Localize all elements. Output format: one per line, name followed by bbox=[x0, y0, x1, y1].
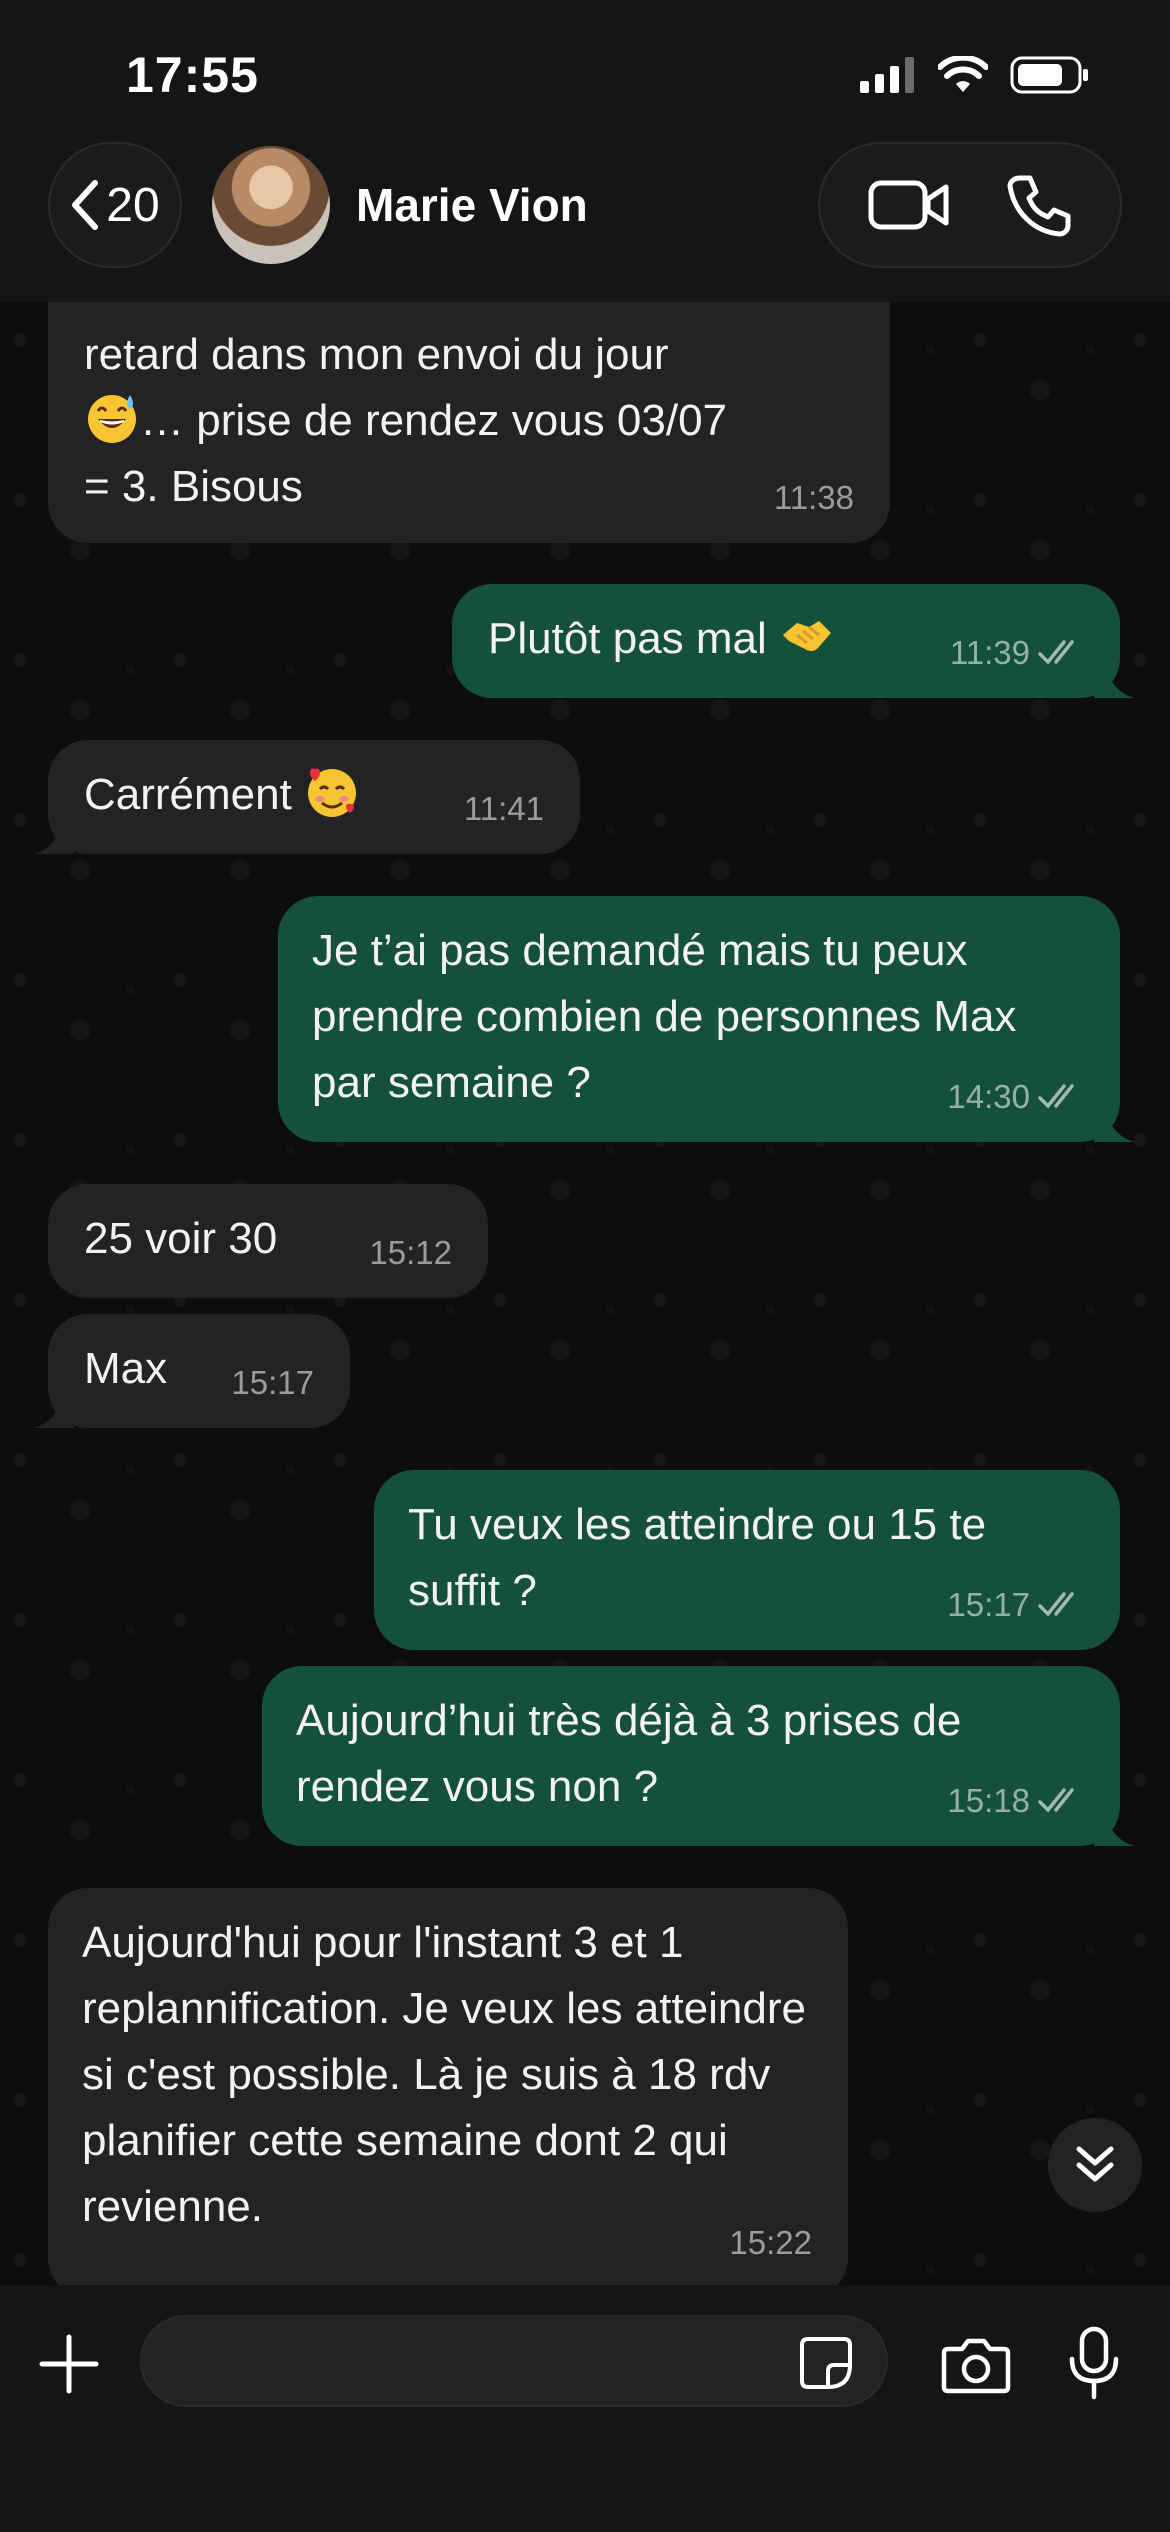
message-bubble-incoming[interactable]: Carrément 11:41 bbox=[34, 740, 580, 854]
message-time: 14:30 bbox=[947, 1078, 1030, 1115]
message-text-line: Carrément bbox=[84, 762, 360, 828]
message-time: 15:18 bbox=[947, 1782, 1030, 1819]
nav-row: 20 Marie Vion bbox=[0, 140, 1170, 270]
message-text: retard dans mon envoi du jour bbox=[84, 330, 669, 379]
message-text-line: Plutôt pas mal bbox=[488, 606, 835, 672]
mic-icon[interactable] bbox=[1066, 2325, 1122, 2403]
plus-icon[interactable] bbox=[38, 2333, 100, 2395]
battery-icon bbox=[1010, 56, 1088, 94]
phone-icon[interactable] bbox=[1006, 172, 1072, 238]
message-time: 11:38 bbox=[773, 479, 854, 516]
message-meta: 15:12 bbox=[369, 1220, 452, 1286]
message-meta: 15:17 bbox=[947, 1572, 1084, 1638]
message-time: 15:17 bbox=[947, 1586, 1030, 1623]
double-check-icon bbox=[1038, 1592, 1074, 1617]
message-time: 11:41 bbox=[463, 790, 544, 827]
message-bubble-outgoing[interactable]: Tu veux les atteindre ou 15 te suffit ? … bbox=[374, 1470, 1120, 1650]
message-text: Aujourd'hui pour l'instant 3 et 1 replan… bbox=[82, 1918, 806, 2231]
message-meta: 11:41 bbox=[464, 776, 544, 842]
chat-screen: 17:55 20 Marie Vion retard dans mon envo… bbox=[0, 0, 1170, 2532]
message-meta: 14:30 bbox=[947, 1064, 1084, 1130]
bubble-tail bbox=[1094, 1812, 1134, 1846]
message-bubble-incoming[interactable]: retard dans mon envoi du jour … prise de… bbox=[48, 260, 890, 543]
bubble-tail bbox=[34, 820, 74, 854]
message-meta: 15:18 bbox=[947, 1768, 1084, 1834]
camera-icon[interactable] bbox=[940, 2335, 1012, 2395]
status-time: 17:55 bbox=[126, 47, 259, 103]
message-text: Carrément bbox=[84, 770, 292, 819]
chevron-left-icon bbox=[72, 180, 99, 230]
double-check-icon bbox=[1038, 1788, 1074, 1813]
message-text: Plutôt pas mal bbox=[488, 614, 767, 663]
message-text: = 3. Bisous bbox=[84, 462, 303, 511]
message-bubble-incoming[interactable]: Max 15:17 bbox=[34, 1314, 350, 1428]
double-chevron-down-icon bbox=[1076, 2146, 1114, 2182]
wifi-icon bbox=[938, 56, 988, 92]
contact-name[interactable]: Marie Vion bbox=[356, 178, 588, 232]
message-text: 25 voir 30 bbox=[84, 1214, 278, 1263]
message-meta: 11:39 bbox=[950, 620, 1084, 686]
message-input[interactable] bbox=[140, 2315, 888, 2407]
double-check-icon bbox=[1038, 640, 1074, 665]
message-bubble-outgoing[interactable]: Aujourd’hui très déjà à 3 prises de rend… bbox=[262, 1666, 1134, 1846]
message-text: … prise de rendez vous 03/07 bbox=[140, 396, 728, 445]
call-actions bbox=[818, 142, 1122, 268]
message-bubble-incoming[interactable]: Aujourd'hui pour l'instant 3 et 1 replan… bbox=[48, 1888, 848, 2298]
composer-bar bbox=[0, 2285, 1170, 2532]
message-text-line: … prise de rendez vous 03/07 bbox=[84, 388, 727, 454]
sticker-icon[interactable] bbox=[798, 2335, 854, 2391]
unread-count: 20 bbox=[106, 178, 160, 232]
message-time: 15:17 bbox=[231, 1364, 314, 1401]
back-button[interactable]: 20 bbox=[48, 142, 182, 268]
bubble-tail bbox=[1094, 664, 1134, 698]
message-meta: 11:38 bbox=[774, 465, 854, 531]
message-bubble-incoming[interactable]: 25 voir 30 15:12 bbox=[48, 1184, 488, 1298]
message-bubble-outgoing[interactable]: Je t’ai pas demandé mais tu peux prendre… bbox=[278, 896, 1134, 1142]
signal-icon bbox=[860, 57, 914, 93]
bubble-tail bbox=[34, 1394, 74, 1428]
video-icon[interactable] bbox=[868, 177, 950, 233]
smiling-hearts-emoji-icon bbox=[308, 768, 357, 817]
avatar[interactable] bbox=[212, 146, 330, 264]
chat-header: 17:55 20 Marie Vion bbox=[0, 0, 1170, 302]
handshake-emoji-icon bbox=[783, 621, 832, 651]
message-meta: 15:17 bbox=[231, 1350, 314, 1416]
scroll-to-bottom-button[interactable] bbox=[1048, 2118, 1142, 2212]
status-icons bbox=[860, 56, 1090, 94]
message-bubble-outgoing[interactable]: Plutôt pas mal 11:39 bbox=[452, 584, 1134, 698]
double-check-icon bbox=[1038, 1084, 1074, 1109]
message-time: 15:12 bbox=[369, 1234, 452, 1271]
message-meta: 15:22 bbox=[729, 2210, 812, 2276]
message-time: 11:39 bbox=[949, 634, 1030, 671]
bubble-tail bbox=[1094, 1108, 1134, 1142]
message-time: 15:22 bbox=[729, 2224, 812, 2261]
sweat-smile-emoji-icon bbox=[88, 395, 136, 443]
message-text: Max bbox=[84, 1344, 168, 1393]
